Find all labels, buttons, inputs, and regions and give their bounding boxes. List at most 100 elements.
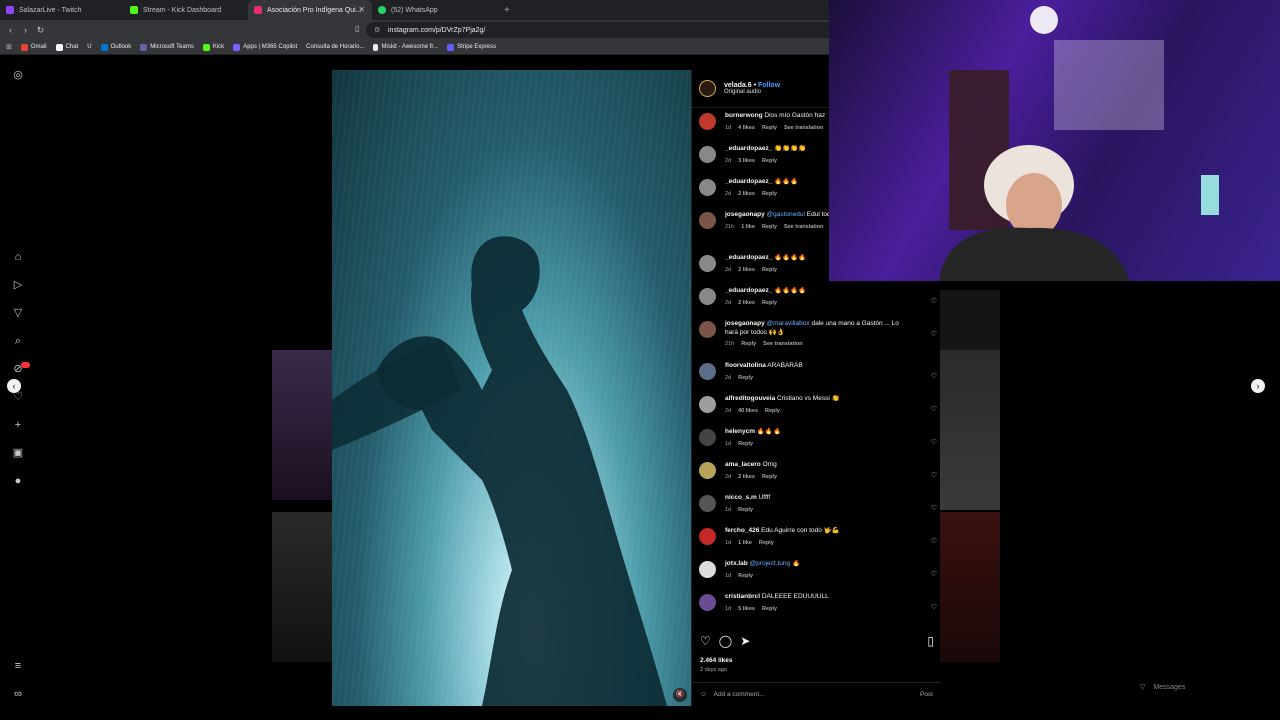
new-tab-button[interactable]: +: [504, 5, 510, 16]
comment-likes[interactable]: 2 likes: [738, 473, 755, 482]
see-translation-link[interactable]: See translation: [784, 223, 823, 232]
comment-likes[interactable]: 5 likes: [738, 605, 755, 614]
apps-icon[interactable]: ⊞: [6, 43, 12, 51]
commenter-avatar[interactable]: [699, 146, 716, 163]
reply-button[interactable]: Reply: [762, 223, 777, 232]
next-post-button[interactable]: ›: [1251, 379, 1265, 393]
comment-likes[interactable]: 2 likes: [738, 299, 755, 308]
see-translation-link[interactable]: See translation: [784, 124, 823, 133]
meta-icon[interactable]: ∞: [11, 687, 25, 701]
comment-like-icon[interactable]: ♡: [931, 330, 937, 338]
comment-username[interactable]: burnerwong: [725, 112, 763, 119]
bookmark-kick[interactable]: Kick: [202, 43, 224, 51]
reply-button[interactable]: Reply: [762, 473, 777, 482]
comment-username[interactable]: helenycm: [725, 428, 755, 435]
post-comment-button[interactable]: Post: [920, 691, 933, 698]
comment-likes[interactable]: 1 like: [741, 223, 755, 232]
commenter-avatar[interactable]: [699, 429, 716, 446]
comment-username[interactable]: nicco_s.m: [725, 494, 757, 501]
comment-username[interactable]: _eduardopaez_: [725, 287, 772, 294]
commenter-avatar[interactable]: [699, 179, 716, 196]
add-comment-input[interactable]: Add a comment...: [714, 691, 765, 698]
like-count[interactable]: 2.464 likes: [700, 657, 733, 664]
share-icon[interactable]: ➤: [740, 634, 750, 650]
bookmark-outlook[interactable]: Outlook: [100, 43, 131, 51]
direct-icon[interactable]: ▽: [11, 306, 25, 320]
comment-like-icon[interactable]: ♡: [931, 603, 937, 611]
comment-username[interactable]: _eduardopaez_: [725, 254, 772, 261]
dashboard-icon[interactable]: ▣: [11, 446, 25, 460]
close-tab-icon[interactable]: ✕: [358, 5, 365, 14]
commenter-avatar[interactable]: [699, 288, 716, 305]
reply-button[interactable]: Reply: [741, 340, 756, 349]
tab-twitch[interactable]: SalazarLive - Twitch: [0, 0, 124, 20]
comment-username[interactable]: floorvaltolina: [725, 362, 766, 369]
comment-likes[interactable]: 3 likes: [738, 157, 755, 166]
site-info-icon[interactable]: ⚙: [374, 26, 380, 34]
comment-like-icon[interactable]: ♡: [931, 537, 937, 545]
reply-button[interactable]: Reply: [762, 124, 777, 133]
bookmark-horario[interactable]: Consulta de Horario...: [306, 44, 364, 50]
search-icon[interactable]: ⌕: [11, 334, 25, 348]
tab-kick[interactable]: Stream - Kick Dashboard: [124, 0, 248, 20]
instagram-logo-icon[interactable]: ◎: [11, 68, 25, 82]
mute-icon[interactable]: 🔇: [673, 688, 687, 702]
commenter-avatar[interactable]: [699, 495, 716, 512]
comment-like-icon[interactable]: ♡: [931, 297, 937, 305]
commenter-avatar[interactable]: [699, 594, 716, 611]
comment-icon[interactable]: ◯: [719, 634, 732, 650]
commenter-avatar[interactable]: [699, 363, 716, 380]
reply-button[interactable]: Reply: [738, 506, 753, 515]
comment-username[interactable]: josegaonapy: [725, 320, 765, 327]
comment-like-icon[interactable]: ♡: [931, 504, 937, 512]
comment-mention[interactable]: @maravillabox: [767, 320, 810, 327]
bookmark-star-icon[interactable]: ▯: [355, 24, 359, 33]
forward-icon[interactable]: ›: [18, 25, 33, 35]
previous-post-button[interactable]: ‹: [7, 379, 21, 393]
comment-username[interactable]: _eduardopaez_: [725, 145, 772, 152]
menu-icon[interactable]: ≡: [11, 659, 25, 673]
reply-button[interactable]: Reply: [738, 572, 753, 581]
reply-button[interactable]: Reply: [765, 407, 780, 416]
reply-button[interactable]: Reply: [738, 440, 753, 449]
reload-icon[interactable]: ↻: [33, 25, 48, 36]
reply-button[interactable]: Reply: [759, 539, 774, 548]
tab-whatsapp[interactable]: (52) WhatsApp: [372, 0, 496, 20]
back-icon[interactable]: ‹: [3, 25, 18, 35]
like-icon[interactable]: ♡: [700, 634, 711, 650]
comment-likes[interactable]: 2 likes: [738, 190, 755, 199]
comment-likes[interactable]: 40 likes: [738, 407, 758, 416]
commenter-avatar[interactable]: [699, 113, 716, 130]
comment-username[interactable]: _eduardopaez_: [725, 178, 772, 185]
reels-icon[interactable]: ▷: [11, 278, 25, 292]
comment-likes[interactable]: 2 likes: [738, 266, 755, 275]
bookmark-teams[interactable]: Microsoft Teams: [140, 43, 194, 51]
save-icon[interactable]: ▯: [927, 634, 934, 650]
author-avatar[interactable]: [699, 80, 716, 97]
explore-icon[interactable]: ⊘: [11, 362, 25, 376]
bookmark-stripe[interactable]: Stripe Express: [447, 43, 496, 51]
commenter-avatar[interactable]: [699, 528, 716, 545]
comment-username[interactable]: josegaonapy: [725, 211, 765, 218]
comment-username[interactable]: cristianbrcl: [725, 593, 760, 600]
reply-button[interactable]: Reply: [762, 605, 777, 614]
messages-widget[interactable]: ▽ Messages: [1140, 683, 1185, 692]
comment-username[interactable]: jotx.lab: [725, 560, 748, 567]
bookmark-chat[interactable]: Chat: [55, 43, 78, 51]
commenter-avatar[interactable]: [699, 396, 716, 413]
commenter-avatar[interactable]: [699, 212, 716, 229]
follow-button[interactable]: Follow: [758, 82, 780, 89]
comment-likes[interactable]: 1 like: [738, 539, 752, 548]
commenter-avatar[interactable]: [699, 255, 716, 272]
comment-like-icon[interactable]: ♡: [931, 372, 937, 380]
comment-mention[interactable]: @gastonedul: [767, 211, 805, 218]
comment-like-icon[interactable]: ♡: [931, 438, 937, 446]
home-icon[interactable]: ⌂: [11, 250, 25, 264]
see-translation-link[interactable]: See translation: [763, 340, 802, 349]
reply-button[interactable]: Reply: [762, 299, 777, 308]
comment-like-icon[interactable]: ♡: [931, 405, 937, 413]
post-video[interactable]: 🔇: [332, 70, 691, 706]
comment-like-icon[interactable]: ♡: [931, 570, 937, 578]
bookmark-miskit[interactable]: Miskit - Awesome fr...: [373, 43, 438, 51]
comment-username[interactable]: fercho_426: [725, 527, 759, 534]
